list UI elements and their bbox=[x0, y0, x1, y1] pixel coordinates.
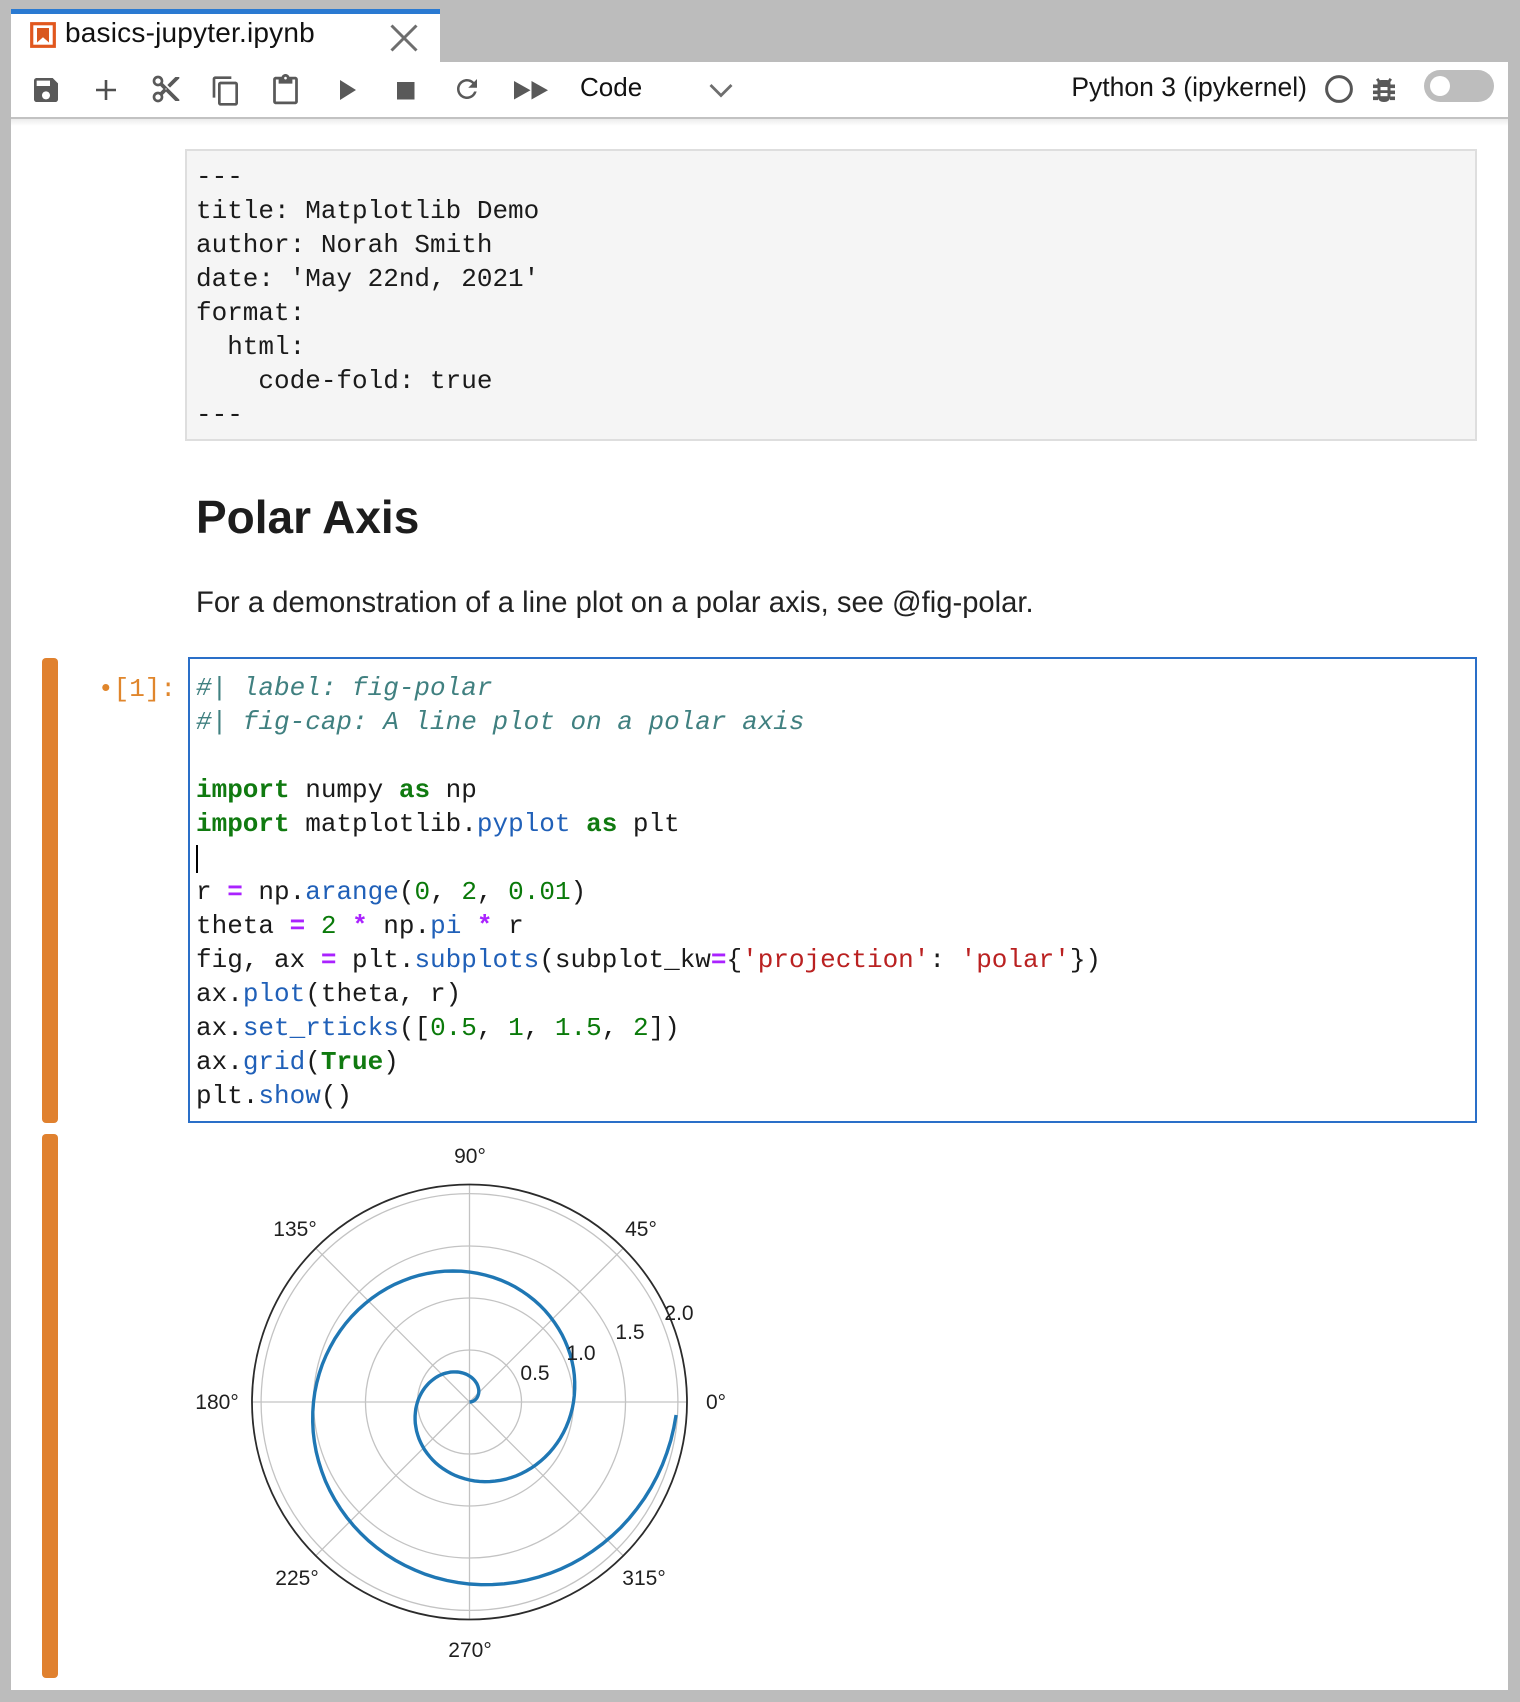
svg-text:1.5: 1.5 bbox=[615, 1321, 644, 1344]
svg-text:90°: 90° bbox=[454, 1145, 486, 1168]
svg-text:0.5: 0.5 bbox=[520, 1362, 549, 1385]
svg-text:1.0: 1.0 bbox=[566, 1342, 595, 1365]
svg-text:0°: 0° bbox=[706, 1391, 726, 1414]
svg-text:180°: 180° bbox=[195, 1391, 238, 1414]
svg-text:2.0: 2.0 bbox=[664, 1302, 693, 1325]
svg-text:315°: 315° bbox=[622, 1567, 665, 1590]
svg-text:270°: 270° bbox=[448, 1639, 491, 1662]
svg-text:225°: 225° bbox=[275, 1567, 318, 1590]
svg-text:135°: 135° bbox=[273, 1218, 316, 1241]
svg-text:45°: 45° bbox=[625, 1218, 657, 1241]
